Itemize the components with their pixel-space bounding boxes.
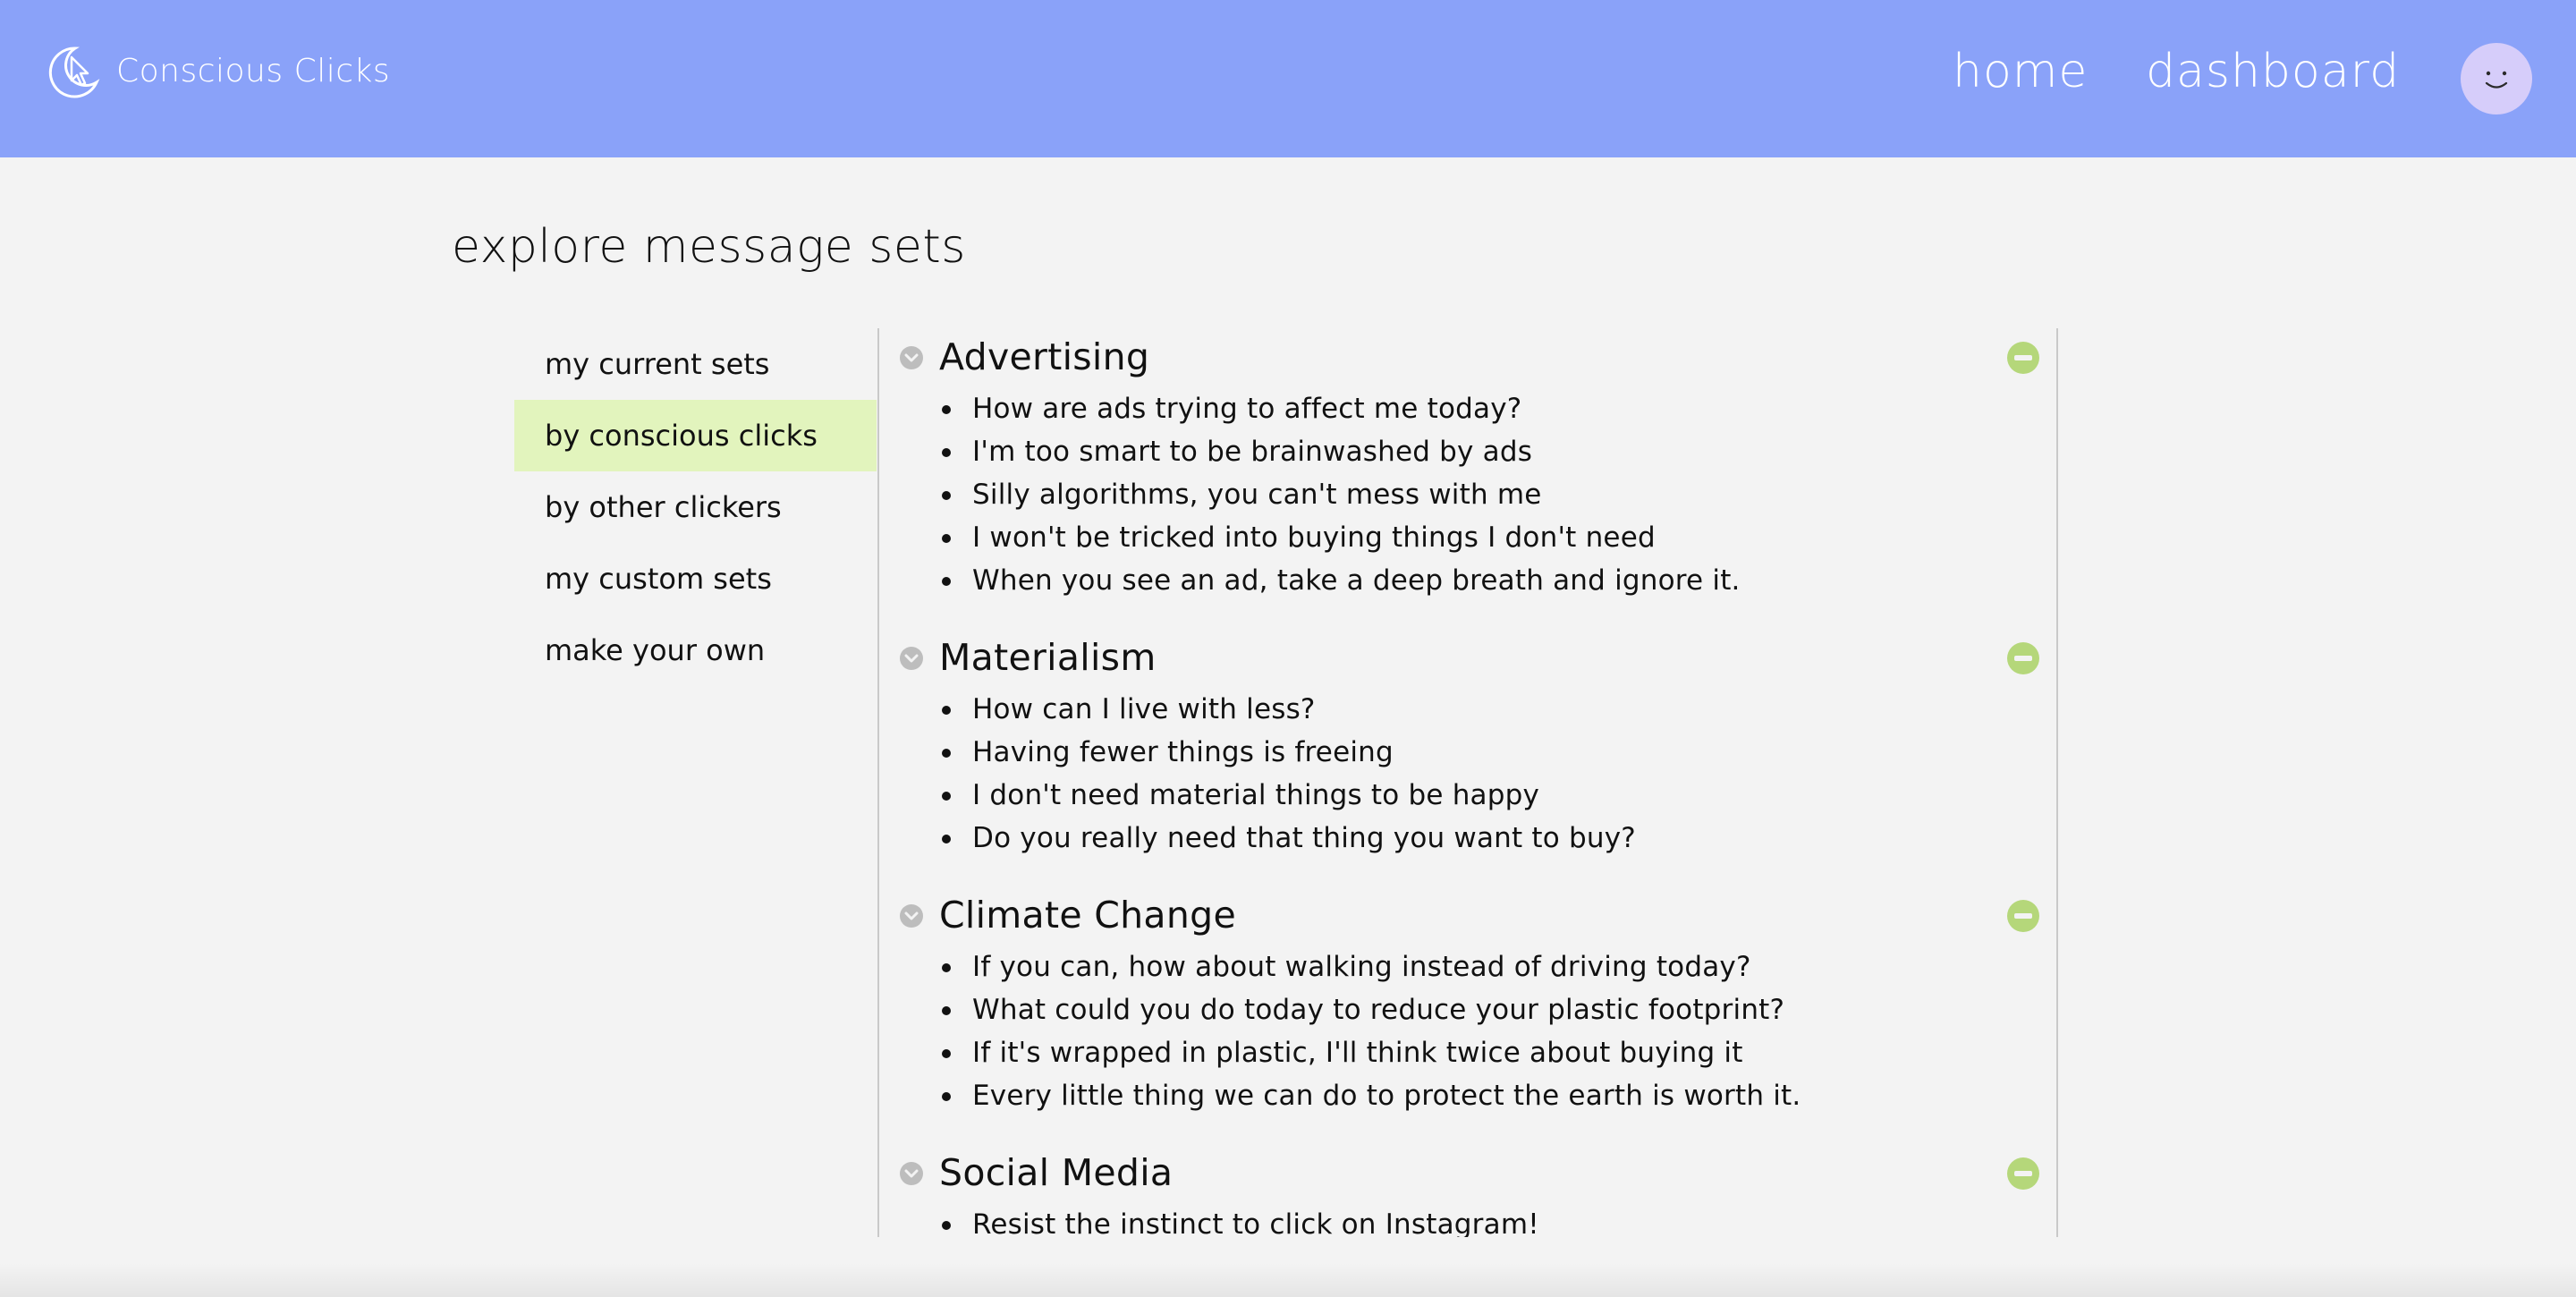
message-text: How are ads trying to affect me today?	[972, 393, 1522, 425]
message-item: How can I live with less?	[879, 688, 2056, 731]
page-title: explore message sets	[452, 220, 966, 274]
message-set-advertising: Advertising How are ads trying to affect…	[879, 328, 2056, 602]
menu-item-my-current-sets[interactable]: my current sets	[514, 328, 877, 400]
message-item: Every little thing we can do to protect …	[879, 1074, 2056, 1117]
bullet	[942, 963, 951, 972]
message-set-climate-change: Climate Change If you can, how about wal…	[879, 886, 2056, 1117]
set-title: Advertising	[939, 335, 1150, 378]
message-item: I won't be tricked into buying things I …	[879, 516, 2056, 559]
bullet	[942, 1092, 951, 1101]
chevron-down-icon[interactable]	[899, 345, 924, 370]
bullet	[942, 706, 951, 715]
set-title: Climate Change	[939, 894, 1236, 937]
moon-cursor-icon	[48, 47, 100, 98]
message-item: If you can, how about walking instead of…	[879, 945, 2056, 988]
message-item: I'm too smart to be brainwashed by ads	[879, 430, 2056, 473]
bullet	[942, 792, 951, 801]
message-text: Silly algorithms, you can't mess with me	[972, 479, 1542, 511]
message-item: Resist the instinct to click on Instagra…	[879, 1203, 2056, 1237]
chevron-down-icon[interactable]	[899, 903, 924, 928]
menu-item-by-other-clickers[interactable]: by other clickers	[514, 471, 877, 543]
chevron-down-icon[interactable]	[899, 1161, 924, 1186]
bullet	[942, 448, 951, 457]
remove-set-button[interactable]	[2006, 1157, 2040, 1191]
set-category-menu: my current sets by conscious clicks by o…	[514, 328, 877, 686]
message-text: If you can, how about walking instead of…	[972, 951, 1751, 983]
avatar[interactable]	[2461, 43, 2532, 114]
nav-dashboard-link[interactable]: dashboard	[2146, 45, 2400, 98]
message-text: I'm too smart to be brainwashed by ads	[972, 436, 1533, 468]
remove-set-button[interactable]	[2006, 341, 2040, 375]
message-item: I don't need material things to be happy	[879, 774, 2056, 817]
smiley-avatar-icon	[2485, 71, 2508, 89]
bullet	[942, 1221, 951, 1230]
bullet	[942, 534, 951, 543]
remove-set-button[interactable]	[2006, 641, 2040, 675]
remove-set-button[interactable]	[2006, 899, 2040, 933]
set-header: Climate Change	[879, 886, 2056, 945]
menu-item-by-conscious-clicks[interactable]: by conscious clicks	[514, 400, 877, 471]
message-set-social-media: Social Media Resist the instinct to clic…	[879, 1144, 2056, 1237]
set-header: Advertising	[879, 328, 2056, 387]
bullet	[942, 835, 951, 843]
nav-home-link[interactable]: home	[1953, 45, 2088, 98]
menu-item-make-your-own[interactable]: make your own	[514, 615, 877, 686]
message-item: When you see an ad, take a deep breath a…	[879, 559, 2056, 602]
message-item: If it's wrapped in plastic, I'll think t…	[879, 1031, 2056, 1074]
bullet	[942, 577, 951, 586]
message-text: When you see an ad, take a deep breath a…	[972, 564, 1741, 597]
bullet	[942, 1049, 951, 1058]
message-item: What could you do today to reduce your p…	[879, 988, 2056, 1031]
message-item: Do you really need that thing you want t…	[879, 817, 2056, 860]
set-title: Social Media	[939, 1151, 1174, 1194]
set-title: Materialism	[939, 636, 1157, 679]
message-text: I don't need material things to be happy	[972, 779, 1540, 811]
message-text: What could you do today to reduce your p…	[972, 994, 1785, 1026]
message-item: Silly algorithms, you can't mess with me	[879, 473, 2056, 516]
set-header: Materialism	[879, 629, 2056, 688]
chevron-down-icon[interactable]	[899, 646, 924, 671]
bullet	[942, 491, 951, 500]
message-text: Every little thing we can do to protect …	[972, 1080, 1801, 1112]
message-list: How can I live with less? Having fewer t…	[879, 688, 2056, 860]
message-list: Resist the instinct to click on Instagra…	[879, 1203, 2056, 1237]
message-text: How can I live with less?	[972, 693, 1316, 725]
bullet	[942, 1006, 951, 1015]
message-item: How are ads trying to affect me today?	[879, 387, 2056, 430]
top-nav-bar: Conscious Clicks home dashboard	[0, 0, 2576, 157]
message-list: If you can, how about walking instead of…	[879, 945, 2056, 1117]
bullet	[942, 749, 951, 758]
message-text: If it's wrapped in plastic, I'll think t…	[972, 1037, 1743, 1069]
message-text: Resist the instinct to click on Instagra…	[972, 1208, 1539, 1237]
message-sets-panel[interactable]: Advertising How are ads trying to affect…	[877, 328, 2058, 1237]
message-text: I won't be tricked into buying things I …	[972, 521, 1656, 554]
message-set-materialism: Materialism How can I live with less? Ha…	[879, 629, 2056, 860]
logo-text: Conscious Clicks	[116, 52, 391, 89]
message-item: Having fewer things is freeing	[879, 731, 2056, 774]
message-text: Do you really need that thing you want t…	[972, 822, 1636, 854]
message-list: How are ads trying to affect me today? I…	[879, 387, 2056, 602]
message-text: Having fewer things is freeing	[972, 736, 1394, 768]
window-bottom-shadow	[0, 1263, 2576, 1297]
set-header: Social Media	[879, 1144, 2056, 1203]
bullet	[942, 405, 951, 414]
logo[interactable]: Conscious Clicks	[45, 41, 390, 100]
menu-item-my-custom-sets[interactable]: my custom sets	[514, 543, 877, 615]
